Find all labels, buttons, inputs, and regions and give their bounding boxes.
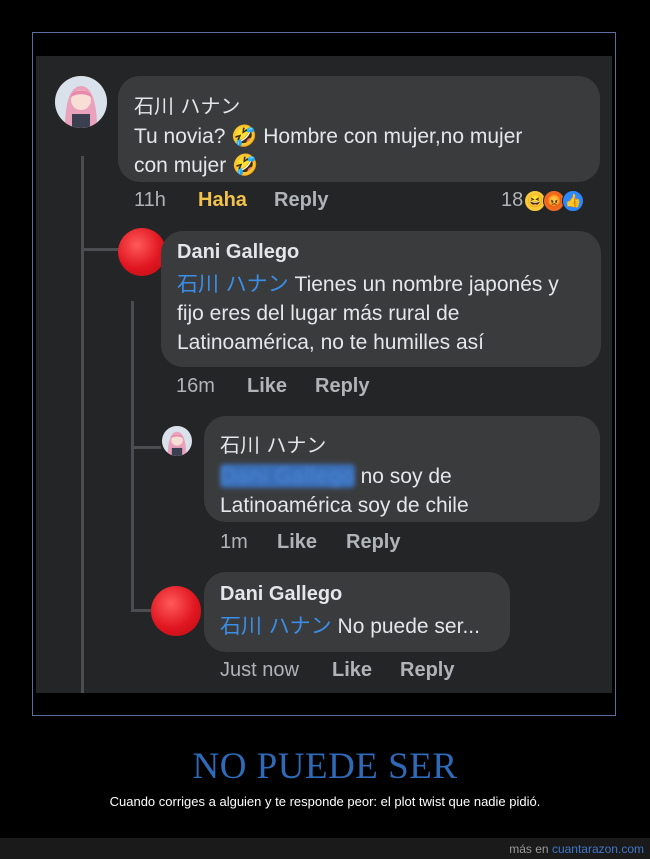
comment-text: Tu novia? 🤣 Hombre con mujer,no mujer co… <box>134 122 600 180</box>
comment-text-line: 石川 ハナン Tienes un nombre japonés y <box>177 270 601 299</box>
comment-actions: 1m Like Reply <box>220 531 520 557</box>
comment-text-line: fijo eres del lugar más rural de <box>177 302 460 325</box>
reply-button[interactable]: Reply <box>274 189 328 212</box>
comment-text: 石川 ハナン No puede ser... <box>220 612 510 641</box>
timestamp: 1m <box>220 531 248 553</box>
comment-text-line: Latinoamérica, no te humilles así <box>177 331 484 354</box>
comment-actions: Just now Like Reply <box>220 659 540 685</box>
comment-bubble: 石川 ハナン Dani Gallego no soy de Latinoamér… <box>204 416 600 522</box>
like-emoji-icon: 👍 <box>562 189 585 212</box>
timestamp: 11h <box>134 189 166 211</box>
thread-line-branch-3 <box>131 609 151 612</box>
site-link[interactable]: cuantarazon.com <box>552 842 644 856</box>
comment-text-line: Latinoamérica soy de chile <box>220 494 469 517</box>
thread-line-branch-2 <box>131 446 161 449</box>
mention-link[interactable]: Dani Gallego <box>220 464 355 488</box>
comment-actions: 16m Like Reply <box>176 375 476 401</box>
footer-prefix: más en <box>509 842 552 856</box>
comment-text-line: Dani Gallego no soy de <box>220 462 600 491</box>
comment-author[interactable]: 石川 ハナン <box>134 90 600 119</box>
avatar[interactable] <box>151 586 201 636</box>
reply-button[interactable]: Reply <box>315 375 369 398</box>
reaction-summary[interactable]: 18 😆 😡 👍 <box>501 189 585 212</box>
comment-text-fragment: no soy de <box>354 465 452 488</box>
comment-bubble: Dani Gallego 石川 ハナン No puede ser... <box>204 572 510 652</box>
comment-author[interactable]: Dani Gallego <box>177 241 601 264</box>
reply-button[interactable]: Reply <box>400 659 454 682</box>
comment-author[interactable]: 石川 ハナン <box>220 429 600 458</box>
comment-text-fragment: No puede ser... <box>331 615 480 638</box>
comment-text-line: 石川 ハナン No puede ser... <box>220 612 510 641</box>
post-caption: Cuando corriges a alguien y te responde … <box>109 794 541 809</box>
mention-link[interactable]: 石川 ハナン <box>220 614 332 638</box>
avatar[interactable] <box>118 228 166 276</box>
footer-bar: más en cuantarazon.com <box>0 838 650 859</box>
comment-text: Dani Gallego no soy de Latinoamérica soy… <box>220 462 600 520</box>
reply-button[interactable]: Reply <box>346 531 400 554</box>
comment-author[interactable]: Dani Gallego <box>220 583 510 606</box>
haha-reaction-button[interactable]: Haha <box>198 189 247 212</box>
timestamp: Just now <box>220 659 299 681</box>
comment-text-fragment: Tienes un nombre japonés y <box>288 273 559 296</box>
comment-text: 石川 ハナン Tienes un nombre japonés y fijo e… <box>177 270 601 357</box>
timestamp: 16m <box>176 375 215 397</box>
post-title: NO PUEDE SER <box>192 746 458 787</box>
mention-link[interactable]: 石川 ハナン <box>177 272 289 296</box>
comment-text-line: Tu novia? 🤣 Hombre con mujer,no mujer <box>134 125 523 148</box>
footer-text: más en cuantarazon.com <box>509 842 644 856</box>
reaction-count: 18 <box>501 189 524 211</box>
thread-line-sub <box>131 301 134 611</box>
avatar[interactable] <box>162 426 192 456</box>
comment-bubble: Dani Gallego 石川 ハナン Tienes un nombre jap… <box>161 231 601 367</box>
avatar[interactable] <box>55 76 107 128</box>
thread-line-main <box>81 156 84 693</box>
like-button[interactable]: Like <box>332 659 372 682</box>
like-button[interactable]: Like <box>247 375 287 398</box>
screenshot-frame: 石川 ハナン Tu novia? 🤣 Hombre con mujer,no m… <box>32 32 616 716</box>
comment-thread: 石川 ハナン Tu novia? 🤣 Hombre con mujer,no m… <box>36 56 612 693</box>
comment-text-line: con mujer 🤣 <box>134 154 259 177</box>
like-button[interactable]: Like <box>277 531 317 554</box>
comment-bubble: 石川 ハナン Tu novia? 🤣 Hombre con mujer,no m… <box>118 76 600 182</box>
